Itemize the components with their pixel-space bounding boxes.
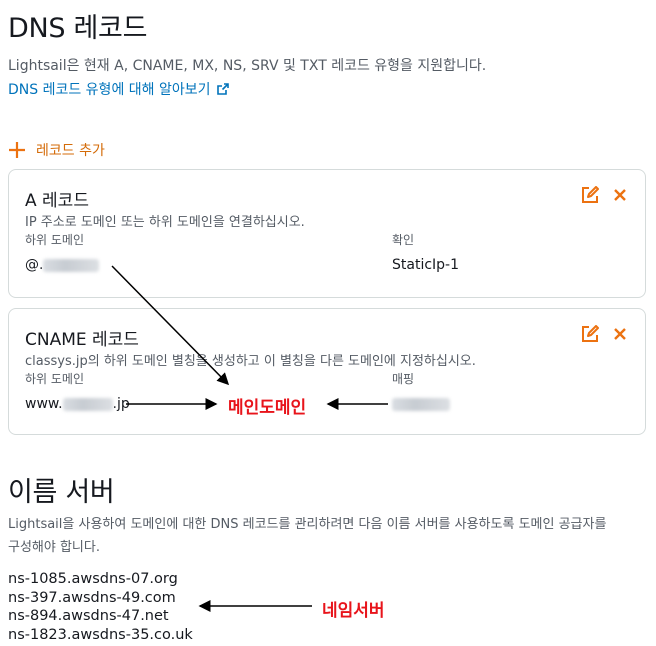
arrow-a-record-to-main-domain <box>111 265 230 386</box>
annotation-arrows <box>111 265 388 612</box>
main-domain-annotation: 메인도메인 <box>228 398 307 418</box>
nameserver-annotation: 네임서버 <box>322 601 385 621</box>
